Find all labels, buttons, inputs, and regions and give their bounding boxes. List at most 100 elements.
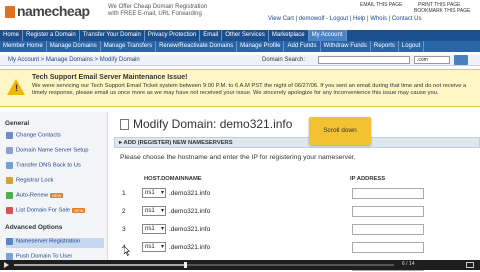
sidebar-item-icon <box>6 132 13 139</box>
tagline-line: with FREE E-mail, URL Forwarding <box>108 11 202 17</box>
sidebar-item-auto-renew[interactable]: Auto-Renew NEW <box>6 192 104 202</box>
breadcrumb[interactable]: My Account > Manage Domains > Modify Dom… <box>8 57 140 63</box>
main-content: Modify Domain: demo321.info ▸ ADD (REGIS… <box>114 112 480 271</box>
subnav-tab-manage-domains[interactable]: Manage Domains <box>47 41 101 52</box>
video-player-bar: 6 / 14 <box>0 260 480 270</box>
sidebar-item-label: Auto-Renew <box>16 192 48 199</box>
nav-tab-privacy-protection[interactable]: Privacy Protection <box>145 30 201 41</box>
namecheap-logo[interactable]: namecheap <box>5 3 90 23</box>
domain-search-label: Domain Search: <box>262 57 306 63</box>
seek-handle[interactable] <box>184 262 187 268</box>
hostname-select[interactable]: ns1 <box>142 224 166 234</box>
sidebar-item-label: Domain Name Server Setup <box>16 147 89 154</box>
logo-icon <box>5 6 15 18</box>
sidebar-item-label: Nameserver Registration <box>16 238 81 245</box>
play-icon[interactable] <box>4 262 9 268</box>
tagline: We Offer Cheap Domain Registration with … <box>108 4 207 18</box>
subnav-tab-member-home[interactable]: Member Home <box>0 41 47 52</box>
sidebar-item-label: Change Contacts <box>16 132 61 139</box>
ip-address-input[interactable] <box>352 188 424 199</box>
domain-suffix: .demo321.info <box>169 208 211 215</box>
site-header: namecheap We Offer Cheap Domain Registra… <box>0 0 480 30</box>
subnav-tab-add-funds[interactable]: Add Funds <box>284 41 321 52</box>
subnav-tab-renew-reactivate-domains[interactable]: Renew/Reactivate Domains <box>156 41 238 52</box>
tagline-line: We Offer Cheap Domain Registration <box>108 4 208 10</box>
sidebar-item-icon <box>6 207 13 214</box>
account-links[interactable]: View Cart | demowolf - Logout | Help | W… <box>268 16 422 22</box>
domain-search-input[interactable] <box>318 56 410 64</box>
mouse-cursor-icon <box>124 246 130 256</box>
sidebar-item-domain-name-server-setup[interactable]: Domain Name Server Setup <box>6 147 104 157</box>
page-title: Modify Domain: demo321.info <box>120 117 292 131</box>
alert-title: Tech Support Email Server Maintenance Is… <box>32 74 188 81</box>
bookmark-page-link[interactable]: BOOKMARK THIS PAGE <box>414 8 480 14</box>
hostname-select[interactable]: ns1 <box>142 242 166 252</box>
new-badge: NEW <box>49 193 64 198</box>
tld-select[interactable]: .com <box>414 56 450 64</box>
domain-suffix: .demo321.info <box>169 226 211 233</box>
nameserver-row: 4ns1.demo321.info <box>120 242 470 254</box>
sidebar-item-change-contacts[interactable]: Change Contacts <box>6 132 104 142</box>
instruction-text: Please choose the hostname and enter the… <box>120 154 356 161</box>
document-icon <box>120 119 129 131</box>
ip-address-input[interactable] <box>352 224 424 235</box>
subnav-tab-reports[interactable]: Reports <box>371 41 399 52</box>
slide-counter: 6 / 14 <box>402 261 415 267</box>
sidebar: General Change Contacts Domain Name Serve… <box>0 112 108 260</box>
sidebar-item-label: Push Domain To User <box>16 253 73 260</box>
breadcrumb-bar: My Account > Manage Domains > Modify Dom… <box>0 55 480 66</box>
row-number: 3 <box>122 226 126 233</box>
maintenance-alert: ! Tech Support Email Server Maintenance … <box>0 69 480 107</box>
sidebar-item-label: Registrar Lock <box>16 177 54 184</box>
sidebar-item-registrar-lock[interactable]: Registrar Lock <box>6 177 104 187</box>
subnav-tab-manage-transfers[interactable]: Manage Transfers <box>101 41 157 52</box>
logo-text: namecheap <box>17 3 90 19</box>
nav-tab-home[interactable]: Home <box>0 30 24 41</box>
host-column-header: HOST.DOMAINNAME <box>144 176 202 182</box>
sidebar-item-icon <box>6 147 13 154</box>
nav-tab-register-a-domain[interactable]: Register a Domain <box>23 30 80 41</box>
ip-address-input[interactable] <box>352 206 424 217</box>
sidebar-item-transfer-dns-back-to-us[interactable]: Transfer DNS Back to Us <box>6 162 104 172</box>
nav-tab-my-account[interactable]: My Account <box>308 30 347 41</box>
nameserver-row: 1 ns1.demo321.info <box>120 188 470 200</box>
sidebar-item-icon <box>6 192 13 199</box>
new-badge: NEW <box>72 208 86 213</box>
sidebar-item-icon <box>6 253 13 260</box>
subnav-tab-manage-profile[interactable]: Manage Profile <box>237 41 285 52</box>
page-tools: EMAIL THIS PAGE PRINT THIS PAGE BOOKMARK… <box>360 2 480 14</box>
callout-text: Scroll down <box>323 127 357 134</box>
page-title-text: Modify Domain: demo321.info <box>133 117 293 131</box>
nav-tab-transfer-your-domain[interactable]: Transfer Your Domain <box>80 30 145 41</box>
ip-address-input[interactable] <box>352 242 424 253</box>
hostname-select[interactable]: ns1 <box>142 206 166 216</box>
add-nameservers-section[interactable]: ▸ ADD (REGISTER) NEW NAMESERVERS <box>114 137 480 148</box>
print-page-link[interactable]: PRINT THIS PAGE <box>418 2 461 8</box>
nav-tab-marketplace[interactable]: Marketplace <box>269 30 309 41</box>
hostname-select[interactable]: ns1 <box>142 188 166 198</box>
row-number: 2 <box>122 208 126 215</box>
sidebar-general-title: General <box>5 120 30 127</box>
alert-body: We were servicing our Tech Support Email… <box>32 83 467 96</box>
primary-nav: Home Register a Domain Transfer Your Domai… <box>0 30 480 41</box>
domain-suffix: .demo321.info <box>169 244 211 251</box>
domain-suffix: .demo321.info <box>169 190 211 197</box>
sidebar-item-list-domain-for-sale[interactable]: List Domain For Sale NEW <box>6 207 104 217</box>
secondary-nav: Member Home Manage Domains Manage Transfer… <box>0 41 480 52</box>
fullscreen-icon[interactable] <box>466 262 474 268</box>
subnav-tab-logout[interactable]: Logout <box>399 41 425 52</box>
row-number: 1 <box>122 190 126 197</box>
nameserver-row: 3 ns1.demo321.info <box>120 224 470 236</box>
tutorial-callout: Scroll down <box>309 117 371 145</box>
subnav-tab-withdraw-funds[interactable]: Withdraw Funds <box>321 41 371 52</box>
seek-bar[interactable] <box>14 262 394 268</box>
warning-icon: ! <box>7 79 25 95</box>
nav-tab-email[interactable]: Email <box>200 30 223 41</box>
ip-column-header: IP ADDRESS <box>350 176 386 182</box>
sidebar-item-icon <box>6 162 13 169</box>
seek-progress <box>14 264 185 266</box>
search-go-button[interactable] <box>454 55 468 65</box>
sidebar-item-icon <box>6 238 13 245</box>
nav-tab-other-services[interactable]: Other Services <box>222 30 269 41</box>
sidebar-item-nameserver-registration[interactable]: Nameserver Registration <box>6 238 104 248</box>
